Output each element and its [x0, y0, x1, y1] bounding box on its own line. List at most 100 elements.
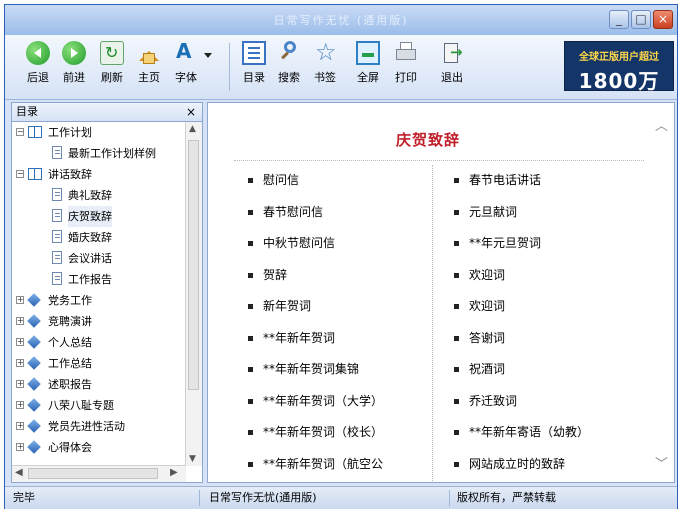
content-scroll-up-icon[interactable]: ︿: [655, 115, 668, 134]
article-link-label: 乔迁致词: [469, 393, 518, 408]
back-button[interactable]: 后退: [19, 41, 57, 85]
expand-icon[interactable]: +: [16, 380, 24, 388]
document-icon: [52, 251, 62, 264]
article-link[interactable]: 慰问信: [248, 169, 383, 201]
toc-vertical-scrollbar[interactable]: ▲ ▼: [185, 122, 202, 466]
article-link[interactable]: **年元旦贺词: [454, 232, 589, 264]
scroll-down-icon[interactable]: ▼: [189, 454, 196, 464]
article-link[interactable]: **年新年贺词集锦: [248, 358, 383, 390]
toc-hscroll-thumb[interactable]: [28, 468, 158, 479]
maximize-button[interactable]: □: [631, 10, 651, 29]
toc-header-title: 目录: [16, 105, 38, 118]
toc-item[interactable]: − 讲话致辞: [12, 164, 186, 185]
scroll-left-icon[interactable]: ◀: [15, 467, 23, 478]
exit-button[interactable]: 退出: [433, 41, 471, 85]
toc-item[interactable]: 婚庆致辞: [12, 227, 186, 248]
bullet-icon: [248, 398, 253, 404]
expand-icon[interactable]: +: [16, 338, 24, 346]
expand-icon[interactable]: +: [16, 443, 24, 451]
toc-item[interactable]: 会议讲话: [12, 248, 186, 269]
collapse-icon[interactable]: −: [16, 170, 24, 178]
font-dropdown-button[interactable]: [201, 41, 215, 65]
promo-banner[interactable]: 全球正版用户超过 1800万: [564, 41, 674, 93]
article-link-label: **年新年贺词集锦: [263, 362, 360, 376]
content-scroll-down-icon[interactable]: ﹀: [655, 453, 668, 472]
toc-item[interactable]: + 八荣八耻专题: [12, 395, 186, 416]
home-button[interactable]: 主页: [130, 41, 168, 85]
article-link[interactable]: **年新年贺词（大学）: [248, 390, 383, 422]
expand-icon[interactable]: +: [16, 359, 24, 367]
toc-item[interactable]: − 工作计划: [12, 122, 186, 143]
toc-close-icon[interactable]: ×: [186, 103, 196, 121]
forward-button[interactable]: 前进: [55, 41, 93, 85]
title-divider: [234, 160, 644, 161]
scroll-right-icon[interactable]: ▶: [170, 467, 178, 478]
article-link[interactable]: 答谢词: [454, 327, 589, 359]
article-link[interactable]: 网站成立时的致辞: [454, 453, 589, 483]
content-pane: 庆贺致辞 慰问信 春节慰问信 中秋节慰问信 贺辞 新年贺词 **年新年贺词 **年新年贺词集…: [207, 102, 675, 483]
collapse-icon[interactable]: −: [16, 128, 24, 136]
fullscreen-button[interactable]: 全屏: [349, 41, 387, 85]
article-link[interactable]: 中秋节慰问信: [248, 232, 383, 264]
article-link-label: **年新年贺词（校长）: [263, 425, 384, 439]
toc-item[interactable]: 典礼致辞: [12, 185, 186, 206]
article-link[interactable]: 春节慰问信: [248, 201, 383, 233]
article-link-label: **年新年贺词（航空公: [263, 456, 384, 471]
expand-icon[interactable]: +: [16, 422, 24, 430]
bookmark-button[interactable]: 书签: [306, 38, 344, 85]
toc-item[interactable]: 最新工作计划样例: [12, 143, 186, 164]
article-link[interactable]: 祝酒词: [454, 358, 589, 390]
toc-item-label: 婚庆致辞: [68, 231, 112, 244]
toc-item[interactable]: + 个人总结: [12, 332, 186, 353]
article-link[interactable]: **年新年贺词（校长）: [248, 421, 383, 453]
article-link[interactable]: **年新年寄语（幼教）: [454, 421, 589, 453]
toc-item[interactable]: + 竞聘演讲: [12, 311, 186, 332]
article-link[interactable]: 元旦献词: [454, 201, 589, 233]
minimize-button[interactable]: _: [609, 10, 629, 29]
toc-button[interactable]: 目录: [235, 41, 273, 85]
toc-scroll-thumb[interactable]: [188, 140, 199, 390]
toc-item[interactable]: + 心得体会: [12, 437, 186, 458]
document-icon: [52, 209, 62, 222]
expand-icon[interactable]: +: [16, 296, 24, 304]
status-left: 完毕: [13, 491, 35, 504]
toc-item[interactable]: + 党员先进性活动: [12, 416, 186, 437]
article-link-label: **年新年寄语（幼教）: [469, 425, 590, 439]
toc-item[interactable]: 工作报告: [12, 269, 186, 290]
refresh-button[interactable]: 刷新: [93, 41, 131, 85]
article-link[interactable]: 欢迎词: [454, 295, 589, 327]
status-bar: 完毕 日常写作无忧(通用版) 版权所有，严禁转载: [5, 486, 677, 509]
folder-cube-icon: [27, 356, 41, 370]
article-link[interactable]: 新年贺词: [248, 295, 383, 327]
toc-item[interactable]: 庆贺致辞: [12, 206, 186, 227]
search-button[interactable]: 搜索: [270, 41, 308, 85]
bullet-icon: [454, 335, 459, 341]
bullet-icon: [248, 367, 253, 372]
article-link-label: 贺辞: [263, 267, 288, 282]
document-icon: [52, 272, 62, 285]
close-window-button[interactable]: ×: [653, 10, 673, 29]
bullet-icon: [454, 241, 459, 246]
title-bar[interactable]: 日常写作无忧 (通用版) _ □ ×: [5, 5, 677, 35]
font-button[interactable]: 字体: [167, 39, 205, 85]
expand-icon[interactable]: +: [16, 401, 24, 409]
article-link[interactable]: 贺辞: [248, 264, 383, 296]
status-separator-1: [199, 490, 200, 506]
toc-item-label: 庆贺致辞: [68, 206, 112, 227]
fullscreen-label: 全屏: [357, 71, 379, 84]
toc-item[interactable]: + 述职报告: [12, 374, 186, 395]
print-button[interactable]: 打印: [387, 41, 425, 85]
toc-horizontal-scrollbar[interactable]: ◀ ▶: [12, 465, 186, 482]
bullet-icon: [248, 335, 253, 341]
article-link[interactable]: 春节电话讲话: [454, 169, 589, 201]
article-link[interactable]: 欢迎词: [454, 264, 589, 296]
article-link-label: 中秋节慰问信: [263, 236, 336, 250]
scroll-up-icon[interactable]: ▲: [189, 124, 196, 134]
article-link[interactable]: 乔迁致词: [454, 390, 589, 422]
toc-item[interactable]: + 党务工作: [12, 290, 186, 311]
toc-item[interactable]: + 工作总结: [12, 353, 186, 374]
toc-item-label: 会议讲话: [68, 252, 112, 265]
article-link[interactable]: **年新年贺词: [248, 327, 383, 359]
expand-icon[interactable]: +: [16, 317, 24, 325]
article-link[interactable]: **年新年贺词（航空公: [248, 453, 384, 483]
